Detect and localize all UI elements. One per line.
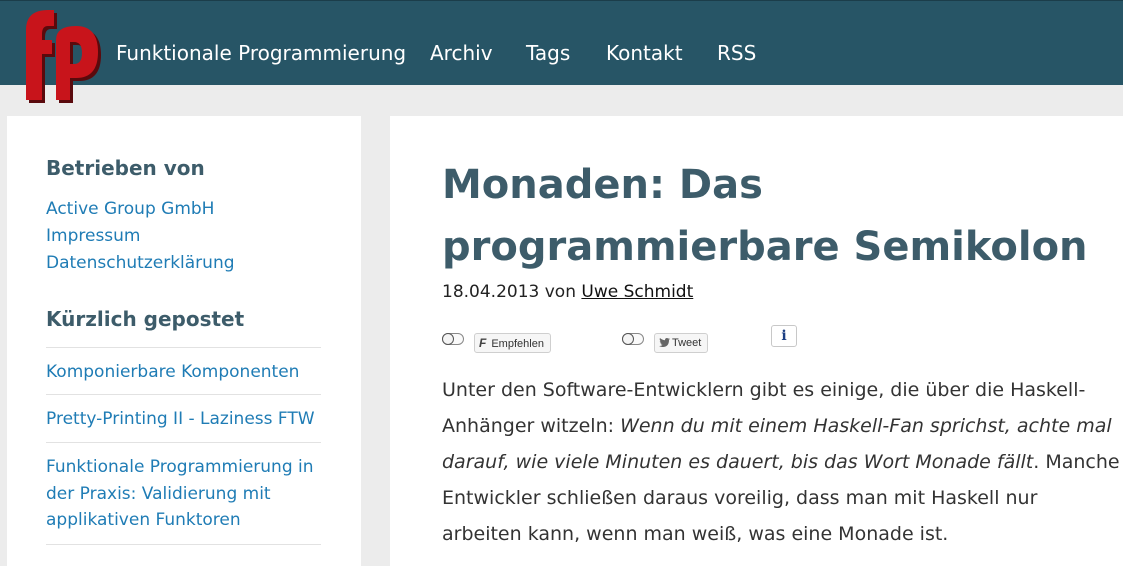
nav-rss-link[interactable]: RSS xyxy=(717,41,756,65)
facebook-icon: F xyxy=(479,336,487,350)
article-body: Unter den Software-Entwicklern gibt es e… xyxy=(442,372,1120,552)
article-title: Monaden: Das programmierbare Semikolon xyxy=(442,154,1123,278)
twitter-toggle[interactable] xyxy=(622,333,644,345)
tweet-button-label: Tweet xyxy=(672,337,702,349)
post-date: 18.04.2013 xyxy=(442,282,540,302)
nav-archive-link[interactable]: Archiv xyxy=(430,41,493,65)
body-quote: Wenn du mit einem Haskell-Fan sprichst, … xyxy=(620,415,1112,437)
recent-post-link[interactable]: Funktionale Programmierung in xyxy=(46,454,314,480)
recent-post-link[interactable]: Komponierbare Komponenten xyxy=(46,359,299,385)
impressum-link[interactable]: Impressum xyxy=(46,223,141,249)
facebook-button-label: Empfehlen xyxy=(491,338,544,350)
body-text: Anhänger witzeln: xyxy=(442,415,621,437)
divider xyxy=(46,347,321,348)
privacy-link[interactable]: Datenschutzerklärung xyxy=(46,250,235,276)
nav-tags-link[interactable]: Tags xyxy=(526,41,570,65)
share-info-button[interactable]: i xyxy=(771,325,797,347)
nav-contact-link[interactable]: Kontakt xyxy=(606,41,683,65)
body-line: Unter den Software-Entwicklern gibt es e… xyxy=(442,379,1086,401)
powered-by-heading: Betrieben von xyxy=(46,156,205,180)
top-navbar: Funktionale Programmierung Archiv Tags K… xyxy=(0,0,1123,85)
divider xyxy=(46,442,321,443)
nav-home-link[interactable]: Funktionale Programmierung xyxy=(116,41,406,65)
body-quote: darauf, wie viele Minuten es dauert, bis… xyxy=(442,451,1034,473)
title-line: programmierbare Semikolon xyxy=(442,224,1088,270)
facebook-like-button[interactable]: F Empfehlen xyxy=(474,333,551,353)
recent-posts-heading: Kürzlich gepostet xyxy=(46,307,245,331)
twitter-icon xyxy=(659,338,670,348)
body-line: arbeiten kann, wenn man weiß, was eine M… xyxy=(442,523,949,545)
title-line: Monaden: Das xyxy=(442,162,763,208)
divider xyxy=(46,544,321,545)
article-meta: 18.04.2013 von Uwe Schmidt xyxy=(442,282,693,302)
author-link[interactable]: Uwe Schmidt xyxy=(581,282,693,302)
body-line: Entwickler schließen daraus voreilig, da… xyxy=(442,487,1038,509)
active-group-link[interactable]: Active Group GmbH xyxy=(46,196,214,222)
site-logo[interactable] xyxy=(6,4,102,104)
facebook-toggle[interactable] xyxy=(442,333,464,345)
by-label: von xyxy=(544,282,576,302)
body-text: . Manche xyxy=(1033,451,1120,473)
recent-post-link[interactable]: applikativen Funktoren xyxy=(46,507,241,533)
divider xyxy=(46,394,321,395)
sidebar: Betrieben von Active Group GmbH Impressu… xyxy=(7,116,361,566)
recent-post-link[interactable]: der Praxis: Validierung mit xyxy=(46,481,271,507)
recent-post-link[interactable]: Pretty-Printing II - Laziness FTW xyxy=(46,406,315,432)
article-container: Monaden: Das programmierbare Semikolon 1… xyxy=(390,116,1123,566)
tweet-button[interactable]: Tweet xyxy=(654,333,709,353)
body-line: Anhänger witzeln: Wenn du mit einem Hask… xyxy=(442,408,1112,444)
body-line: darauf, wie viele Minuten es dauert, bis… xyxy=(442,444,1120,480)
